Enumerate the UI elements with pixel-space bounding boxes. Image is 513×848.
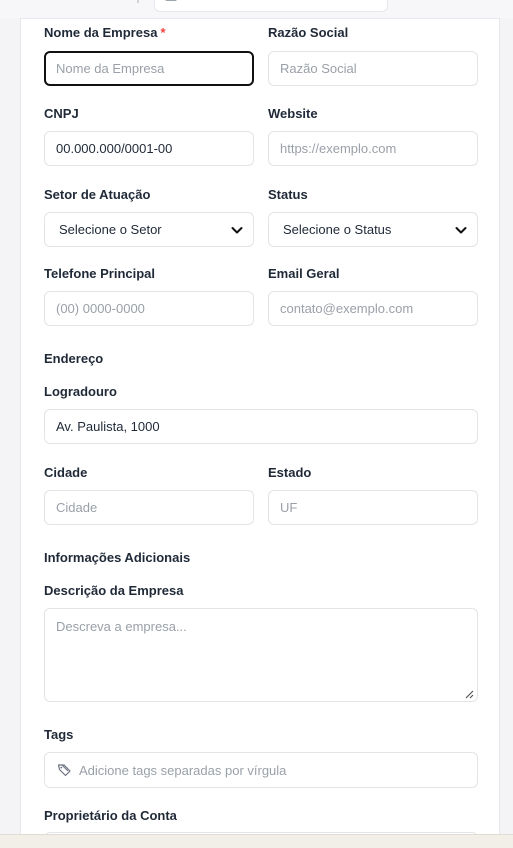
description-textarea[interactable] [44, 608, 478, 702]
sector-selected-value: Selecione o Setor [59, 222, 162, 237]
chevron-down-icon [231, 227, 243, 234]
legal-name-label: Razão Social [268, 25, 349, 40]
tags-label: Tags [44, 727, 74, 742]
street-input[interactable] [44, 409, 478, 444]
background-search-field [154, 0, 388, 12]
cnpj-label: CNPJ [44, 106, 79, 121]
city-label: Cidade [44, 465, 88, 480]
company-name-input[interactable] [44, 51, 254, 86]
phone-input[interactable] [44, 291, 254, 326]
tag-icon [57, 764, 71, 777]
status-select[interactable]: Selecione o Status [268, 212, 478, 247]
resize-handle-icon[interactable] [464, 689, 474, 699]
company-form-panel: Nome da Empresa* Razão Social CNPJ Websi… [20, 18, 500, 834]
calendar-icon [165, 0, 177, 1]
website-input[interactable] [268, 131, 478, 166]
email-label: Email Geral [268, 266, 340, 281]
divider [137, 0, 139, 3]
tags-input[interactable]: Adicione tags separadas por vírgula [44, 752, 478, 788]
background-top-strip [0, 0, 513, 18]
street-label: Logradouro [44, 384, 117, 399]
legal-name-input[interactable] [268, 51, 478, 86]
required-mark: * [160, 25, 166, 40]
website-label: Website [268, 106, 318, 121]
sector-label: Setor de Atuação [44, 187, 151, 202]
phone-label: Telefone Principal [44, 266, 156, 281]
city-input[interactable] [44, 490, 254, 525]
status-selected-value: Selecione o Status [283, 222, 392, 237]
cnpj-input[interactable] [44, 131, 254, 166]
state-input[interactable] [268, 490, 478, 525]
sector-select[interactable]: Selecione o Setor [44, 212, 254, 247]
additional-section-title: Informações Adicionais [44, 550, 191, 565]
description-label: Descrição da Empresa [44, 583, 184, 598]
address-section-title: Endereço [44, 351, 104, 366]
status-label: Status [268, 187, 308, 202]
state-label: Estado [268, 465, 312, 480]
chevron-down-icon [455, 227, 467, 234]
background-bottom-strip [0, 834, 513, 848]
company-name-label: Nome da Empresa * [44, 25, 166, 40]
owner-label: Proprietário da Conta [44, 808, 177, 823]
email-input[interactable] [268, 291, 478, 326]
tags-placeholder: Adicione tags separadas por vírgula [79, 762, 287, 778]
